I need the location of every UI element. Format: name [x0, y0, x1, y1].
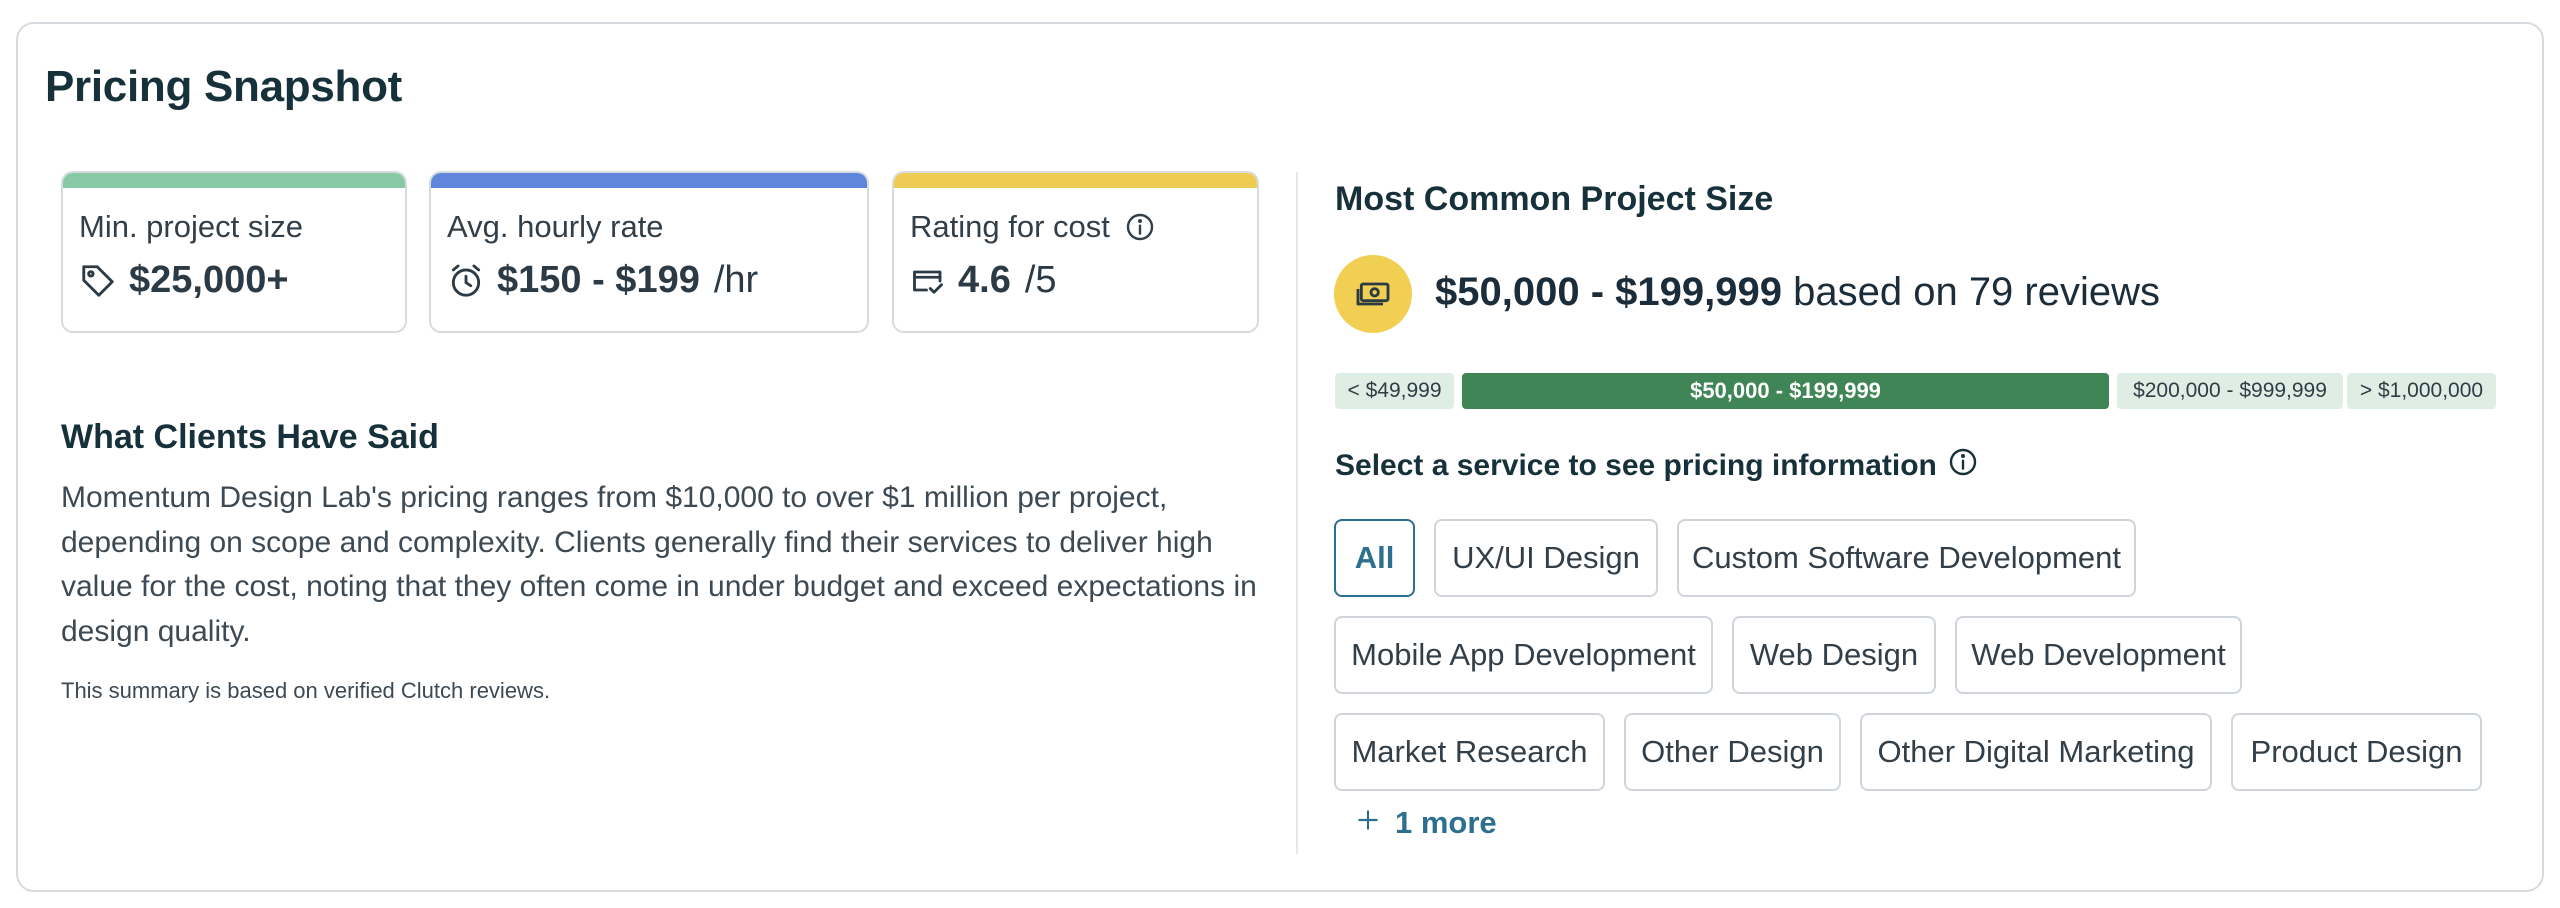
- hourly-rate-card: Avg. hourly rate $150 - $199 /hr: [429, 171, 869, 333]
- clients-summary: Momentum Design Lab's pricing ranges fro…: [61, 481, 1257, 648]
- service-prompt-row: Select a service to see pricing informat…: [1335, 446, 1979, 486]
- show-more-label: 1 more: [1395, 805, 1497, 840]
- plus-icon: [1355, 805, 1381, 841]
- service-chip-market-research[interactable]: Market Research: [1334, 713, 1605, 791]
- range-segment: < $49,999: [1335, 373, 1454, 409]
- min-project-card: Min. project size $25,000+: [61, 171, 407, 333]
- common-size-line: $50,000 - $199,999 based on 79 reviews: [1435, 270, 2160, 315]
- common-size-title: Most Common Project Size: [1335, 180, 1774, 218]
- clients-title: What Clients Have Said: [61, 418, 439, 456]
- credit-card-check-icon: [910, 263, 946, 299]
- min-project-label: Min. project size: [79, 209, 303, 244]
- clients-note: This summary is based on verified Clutch…: [61, 678, 551, 703]
- hourly-rate-label: Avg. hourly rate: [447, 209, 664, 244]
- rating-label-row: Rating for cost: [910, 209, 1156, 245]
- info-icon[interactable]: [1947, 446, 1979, 486]
- service-chip-other-design[interactable]: Other Design: [1624, 713, 1841, 791]
- service-chip-web-development[interactable]: Web Development: [1955, 616, 2242, 694]
- service-chip-product-design[interactable]: Product Design: [2231, 713, 2482, 791]
- rating-card: Rating for cost 4.6 /5: [892, 171, 1259, 333]
- service-chip-custom-software-development[interactable]: Custom Software Development: [1677, 519, 2136, 597]
- hourly-rate-value: $150 - $199: [497, 259, 700, 301]
- rating-value-row: 4.6 /5: [910, 259, 1057, 302]
- service-chip-other-digital-marketing[interactable]: Other Digital Marketing: [1860, 713, 2212, 791]
- service-chip-web-design[interactable]: Web Design: [1732, 616, 1936, 694]
- tag-icon: [79, 262, 117, 300]
- card-accent-bar: [63, 173, 405, 188]
- rating-value: 4.6: [958, 259, 1011, 301]
- hourly-rate-value-row: $150 - $199 /hr: [447, 259, 758, 302]
- money-icon: [1334, 255, 1412, 333]
- range-segment-active: $50,000 - $199,999: [1462, 373, 2109, 409]
- show-more-button[interactable]: 1 more: [1355, 805, 1497, 841]
- range-segment: > $1,000,000: [2347, 373, 2496, 409]
- page-title: Pricing Snapshot: [45, 62, 403, 111]
- rating-unit: /5: [1024, 259, 1057, 301]
- service-chip-ux-ui-design[interactable]: UX/UI Design: [1434, 519, 1658, 597]
- alarm-clock-icon: [447, 262, 485, 300]
- card-accent-bar: [894, 173, 1257, 188]
- hourly-rate-unit: /hr: [713, 259, 759, 301]
- min-project-value-row: $25,000+: [79, 259, 289, 302]
- service-chip-mobile-app-development[interactable]: Mobile App Development: [1334, 616, 1713, 694]
- rating-label: Rating for cost: [910, 209, 1110, 244]
- min-project-value: $25,000+: [129, 259, 289, 301]
- range-segment: $200,000 - $999,999: [2117, 373, 2343, 409]
- service-prompt: Select a service to see pricing informat…: [1335, 449, 1937, 482]
- common-size-suffix: based on 79 reviews: [1793, 270, 2161, 314]
- service-chip-all[interactable]: All: [1334, 519, 1415, 597]
- common-size-range: $50,000 - $199,999: [1435, 270, 1782, 314]
- info-icon[interactable]: [1124, 211, 1156, 243]
- section-divider: [1296, 172, 1298, 854]
- card-accent-bar: [431, 173, 867, 188]
